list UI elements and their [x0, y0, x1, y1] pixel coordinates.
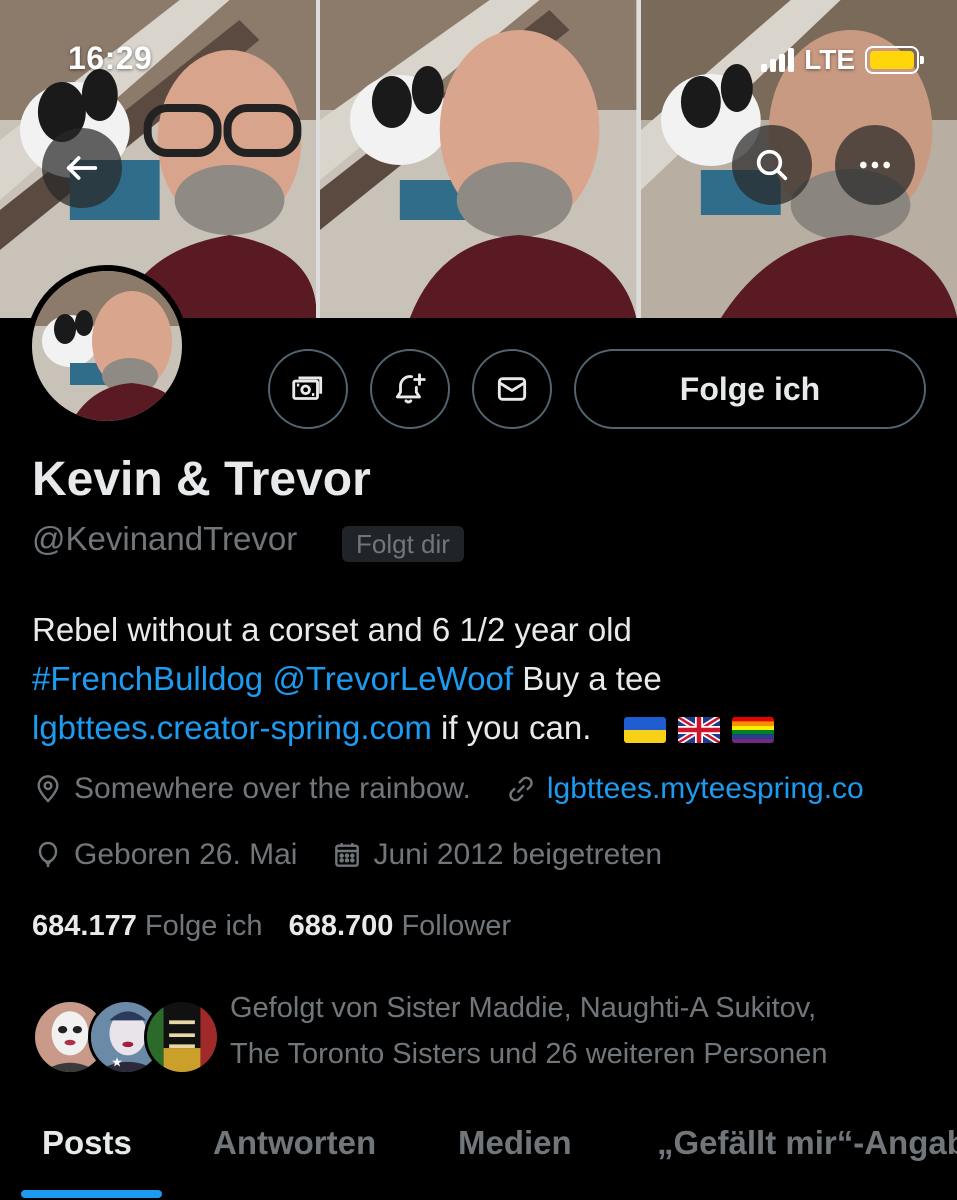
- link-icon: [509, 776, 533, 802]
- ukraine-flag-icon: [623, 717, 666, 743]
- profile-meta-row-1: Somewhere over the rainbow. lgbttees.myt…: [32, 772, 864, 806]
- followers-label: Follower: [401, 910, 512, 942]
- mutual-avatars: ★: [32, 991, 220, 1075]
- bio-line-1: Rebel without a corset and 6 1/2 year ol…: [32, 611, 632, 648]
- tab-replies[interactable]: Antworten: [213, 1124, 376, 1162]
- followed-by-text: Gefolgt von Sister Maddie, Naughti-A Suk…: [230, 985, 828, 1077]
- balloon-icon: [38, 841, 58, 867]
- search-button[interactable]: [732, 125, 812, 205]
- username-handle: @KevinandTrevor: [32, 520, 298, 557]
- followed-by-line-1: Gefolgt von Sister Maddie, Naughti-A Suk…: [230, 992, 817, 1024]
- profile-avatar[interactable]: [26, 265, 188, 427]
- bio-shop-link[interactable]: lgbttees.creator-spring.com: [32, 709, 432, 746]
- search-icon: [756, 149, 788, 181]
- profile-tabs: Posts Antworten Medien „Gefällt mir“-Ang…: [0, 1118, 957, 1200]
- notifications-button[interactable]: [370, 349, 450, 429]
- network-type: LTE: [804, 44, 855, 75]
- profile-meta-row-2: Geboren 26. Mai Juni 2012 beigetreten: [32, 838, 662, 872]
- bio-line-3: lgbttees.creator-spring.com if you can.: [32, 703, 932, 752]
- followed-by-line-2: The Toronto Sisters und 26 weiteren Pers…: [230, 1038, 828, 1070]
- following-label: Folge ich: [144, 910, 263, 942]
- location-pin-icon: [37, 775, 59, 803]
- bio-line-2: #FrenchBulldog @TrevorLeWoof Buy a tee: [32, 654, 932, 703]
- subscribe-money-icon: [292, 376, 323, 400]
- active-tab-indicator: [21, 1190, 162, 1198]
- joined-date: Juni 2012 beigetreten: [331, 838, 662, 872]
- location-text: Somewhere over the rainbow.: [74, 772, 471, 805]
- battery-icon: [865, 46, 924, 74]
- cellular-signal-icon: [761, 48, 795, 72]
- bio-mention-link[interactable]: @TrevorLeWoof: [272, 660, 513, 697]
- more-options-button[interactable]: [835, 125, 915, 205]
- status-time: 16:29: [68, 40, 153, 76]
- calendar-icon: [335, 843, 360, 867]
- mutual-avatar-3: [144, 999, 220, 1075]
- subscribe-button[interactable]: [268, 349, 348, 429]
- bio-hashtag-link[interactable]: #FrenchBulldog: [32, 660, 263, 697]
- following-button[interactable]: Folge ich: [574, 349, 926, 429]
- follow-stats: 684.177 Folge ich 688.700 Follower: [32, 910, 511, 943]
- tab-likes[interactable]: „Gefällt mir“-Angaben: [657, 1124, 957, 1162]
- website-link[interactable]: lgbttees.myteespring.co: [547, 772, 864, 806]
- uk-flag-icon: [677, 717, 720, 743]
- banner-photo-2: [320, 0, 637, 318]
- follows-you-badge: Folgt dir: [342, 526, 464, 562]
- more-horizontal-icon: [860, 161, 890, 169]
- tab-media[interactable]: Medien: [458, 1124, 572, 1162]
- message-button[interactable]: [472, 349, 552, 429]
- svg-text:★: ★: [111, 1055, 123, 1070]
- followers-you-know[interactable]: ★ Gefolgt von Sister Maddie, Naughti-A S…: [32, 985, 828, 1077]
- following-count: 684.177: [32, 910, 137, 942]
- display-name: Kevin & Trevor: [32, 453, 371, 506]
- bio-line-2-text: Buy a tee: [513, 660, 662, 697]
- website[interactable]: lgbttees.myteespring.co: [505, 772, 864, 806]
- profile-bio: Rebel without a corset and 6 1/2 year ol…: [32, 605, 932, 752]
- message-envelope-icon: [497, 377, 527, 401]
- back-button[interactable]: [42, 128, 122, 208]
- status-indicators: LTE: [761, 44, 924, 76]
- tab-posts[interactable]: Posts: [42, 1124, 132, 1162]
- joined-text: Juni 2012 beigetreten: [373, 838, 663, 871]
- notification-bell-plus-icon: [395, 373, 426, 404]
- birthday: Geboren 26. Mai: [32, 838, 297, 872]
- following-stat[interactable]: 684.177 Folge ich: [32, 910, 263, 943]
- birthday-text: Geboren 26. Mai: [74, 838, 298, 871]
- location: Somewhere over the rainbow.: [32, 772, 471, 806]
- followers-count: 688.700: [288, 910, 394, 942]
- followers-stat[interactable]: 688.700 Follower: [289, 910, 511, 943]
- arrow-left-icon: [66, 156, 98, 180]
- rainbow-flag-icon: [731, 717, 774, 743]
- bio-line-3-text: if you can.: [431, 709, 592, 746]
